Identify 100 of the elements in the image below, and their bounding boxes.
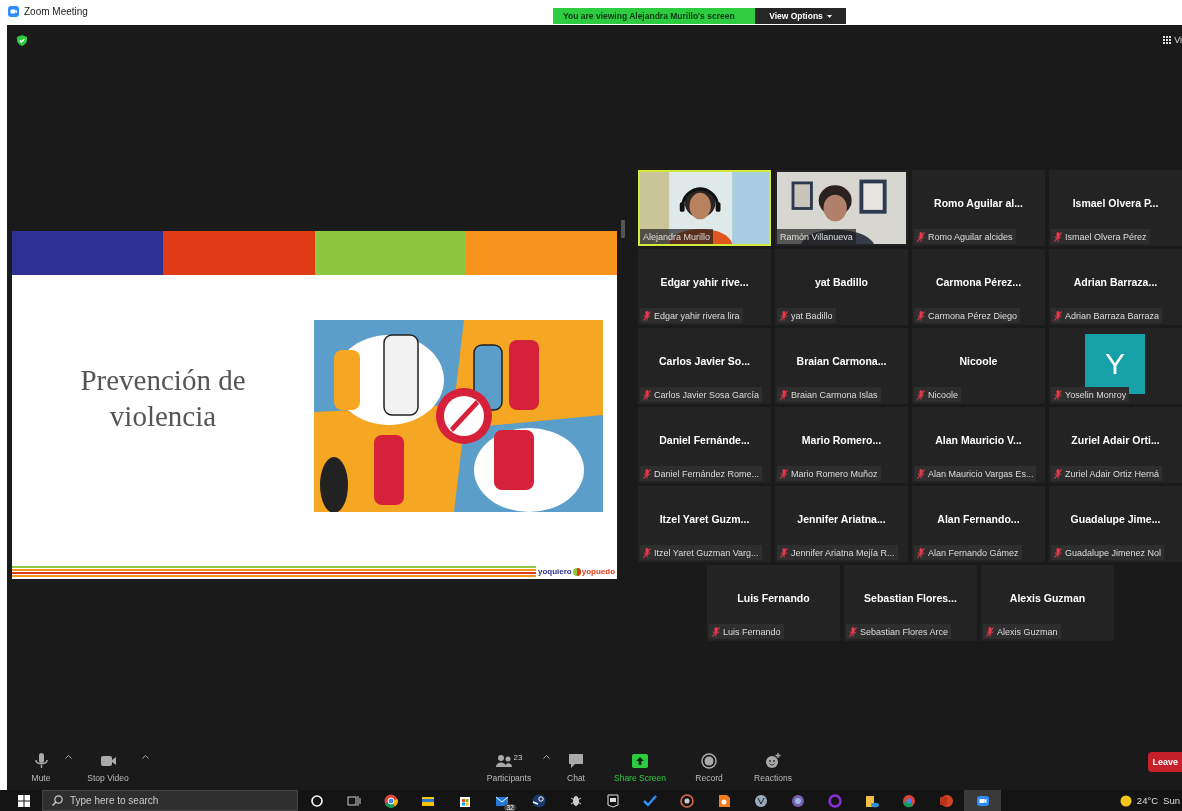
participant-name: Ismael Olvera Pérez bbox=[1051, 229, 1150, 244]
participants-icon bbox=[495, 752, 512, 769]
muted-mic-icon bbox=[1054, 231, 1062, 242]
toolbar-button[interactable]: Record bbox=[684, 752, 734, 783]
view-button[interactable]: Vi bbox=[1163, 35, 1182, 45]
participant-name: Guadalupe Jimenez Nol bbox=[1051, 545, 1165, 560]
participant-title: Ismael Olvera P... bbox=[1071, 195, 1160, 211]
zoom-logo-icon bbox=[8, 5, 19, 17]
participant-title: Zuriel Adair Orti... bbox=[1070, 432, 1161, 448]
smiley-icon bbox=[765, 752, 781, 769]
participant-name: Alejandra Murillo bbox=[640, 229, 714, 244]
participant-title: Alan Fernando... bbox=[936, 511, 1021, 527]
caret-icon[interactable] bbox=[543, 754, 550, 759]
disc-icon bbox=[679, 793, 694, 808]
muted-mic-icon bbox=[917, 547, 925, 558]
muted-mic-icon bbox=[1054, 310, 1062, 321]
participant-title: Sebastian Flores... bbox=[863, 590, 958, 606]
participant-name: Sebastian Flores Arce bbox=[846, 624, 952, 639]
participant-title: Luis Fernando bbox=[736, 590, 811, 606]
splitter-handle[interactable] bbox=[621, 220, 625, 238]
chat-icon bbox=[568, 752, 584, 769]
muted-mic-icon bbox=[643, 389, 651, 400]
window-title: Zoom Meeting bbox=[24, 5, 88, 17]
participant-title: Alexis Guzman bbox=[1008, 590, 1087, 606]
toolbar-button[interactable]: Stop Video bbox=[78, 752, 138, 783]
participant-name: Romo Aguilar alcides bbox=[914, 229, 1016, 244]
round-app-icon bbox=[531, 793, 546, 808]
muted-mic-icon bbox=[917, 310, 925, 321]
toolbar-button[interactable]: Reactions bbox=[748, 752, 798, 783]
participant-name: yat Badillo bbox=[777, 308, 836, 323]
participant-title: Adrian Barraza... bbox=[1072, 274, 1159, 290]
participant-name: Braian Carmona Islas bbox=[777, 387, 881, 402]
muted-mic-icon bbox=[643, 547, 651, 558]
ring-icon bbox=[827, 793, 842, 808]
participant-title: Carmona Pérez... bbox=[934, 274, 1023, 290]
participant-name: Daniel Fernández Rome... bbox=[640, 466, 763, 481]
participant-name: Itzel Yaret Guzman Varg... bbox=[640, 545, 762, 560]
browser-icon bbox=[383, 793, 398, 808]
toolbar-button[interactable]: Chat bbox=[556, 752, 596, 783]
search-icon bbox=[52, 795, 63, 806]
browser-icon bbox=[901, 793, 916, 808]
toolbar-button[interactable]: Share Screen bbox=[610, 752, 670, 783]
ring-icon bbox=[309, 793, 324, 808]
temperature: 24°C bbox=[1136, 795, 1159, 806]
participant-name: Edgar yahir rivera lira bbox=[640, 308, 743, 323]
emblem-icon bbox=[753, 793, 768, 808]
taskbar-app[interactable] bbox=[964, 790, 1001, 811]
participant-name: Carlos Javier Sosa García bbox=[640, 387, 763, 402]
muted-mic-icon bbox=[986, 626, 994, 637]
share-screen-icon bbox=[632, 752, 648, 769]
view-options-button[interactable]: View Options bbox=[755, 8, 846, 24]
participant-count: 23 bbox=[513, 752, 523, 762]
muted-mic-icon bbox=[643, 310, 651, 321]
participant-title: Guadalupe Jime... bbox=[1069, 511, 1162, 527]
participant-title: Jennifer Ariatna... bbox=[796, 511, 887, 527]
muted-mic-icon bbox=[712, 626, 720, 637]
shield-icon bbox=[17, 34, 27, 46]
document-icon bbox=[716, 793, 731, 808]
participant-title: Romo Aguilar al... bbox=[933, 195, 1024, 211]
participant-title: Itzel Yaret Guzm... bbox=[658, 511, 751, 527]
task-view-icon bbox=[346, 793, 361, 808]
muted-mic-icon bbox=[917, 231, 925, 242]
muted-mic-icon bbox=[917, 389, 925, 400]
participant-title: Edgar yahir rive... bbox=[659, 274, 750, 290]
participant-name: Adrian Barraza Barraza bbox=[1051, 308, 1163, 323]
muted-mic-icon bbox=[643, 468, 651, 479]
participant-name: Carmona Pérez Diego bbox=[914, 308, 1021, 323]
leave-button[interactable]: Leave bbox=[1148, 751, 1182, 772]
presentation-icon bbox=[938, 793, 953, 808]
caret-icon[interactable] bbox=[65, 754, 72, 759]
muted-mic-icon bbox=[1054, 389, 1062, 400]
logo-icon bbox=[572, 567, 581, 576]
participant-name: Zuriel Adair Ortiz Herná bbox=[1051, 466, 1163, 481]
participant-title: Carlos Javier So... bbox=[657, 353, 751, 369]
checkmark-icon bbox=[642, 793, 657, 808]
grid-icon bbox=[1163, 36, 1172, 44]
toolbar-button[interactable]: Mute bbox=[21, 752, 61, 783]
participant-title: Alan Mauricio V... bbox=[934, 432, 1023, 448]
caret-icon[interactable] bbox=[142, 754, 149, 759]
logo-text: yopuedo bbox=[581, 567, 616, 576]
participant-name: Alan Mauricio Vargas Es... bbox=[914, 466, 1037, 481]
participant-title: Mario Romero... bbox=[800, 432, 883, 448]
folder-cloud-icon bbox=[864, 793, 879, 808]
microphone-icon bbox=[33, 752, 49, 769]
participant-title: Braian Carmona... bbox=[795, 353, 888, 369]
weather-condition: Sun bbox=[1163, 795, 1180, 806]
participant-title: Nicoole bbox=[958, 353, 999, 369]
record-icon bbox=[701, 752, 717, 769]
muted-mic-icon bbox=[1054, 468, 1062, 479]
muted-mic-icon bbox=[780, 468, 788, 479]
toolbar-button[interactable]: 23 Participants bbox=[479, 752, 539, 783]
search-field[interactable]: Type here to search bbox=[42, 790, 298, 811]
windows-icon bbox=[18, 794, 30, 807]
shield-badge-icon bbox=[605, 793, 620, 808]
sun-icon bbox=[1119, 794, 1132, 807]
participant-title: Daniel Fernánde... bbox=[658, 432, 751, 448]
logo-text: yoquiero bbox=[537, 567, 572, 576]
bug-icon bbox=[568, 793, 583, 808]
muted-mic-icon bbox=[780, 547, 788, 558]
participant-name: Alan Fernando Gámez bbox=[914, 545, 1022, 560]
